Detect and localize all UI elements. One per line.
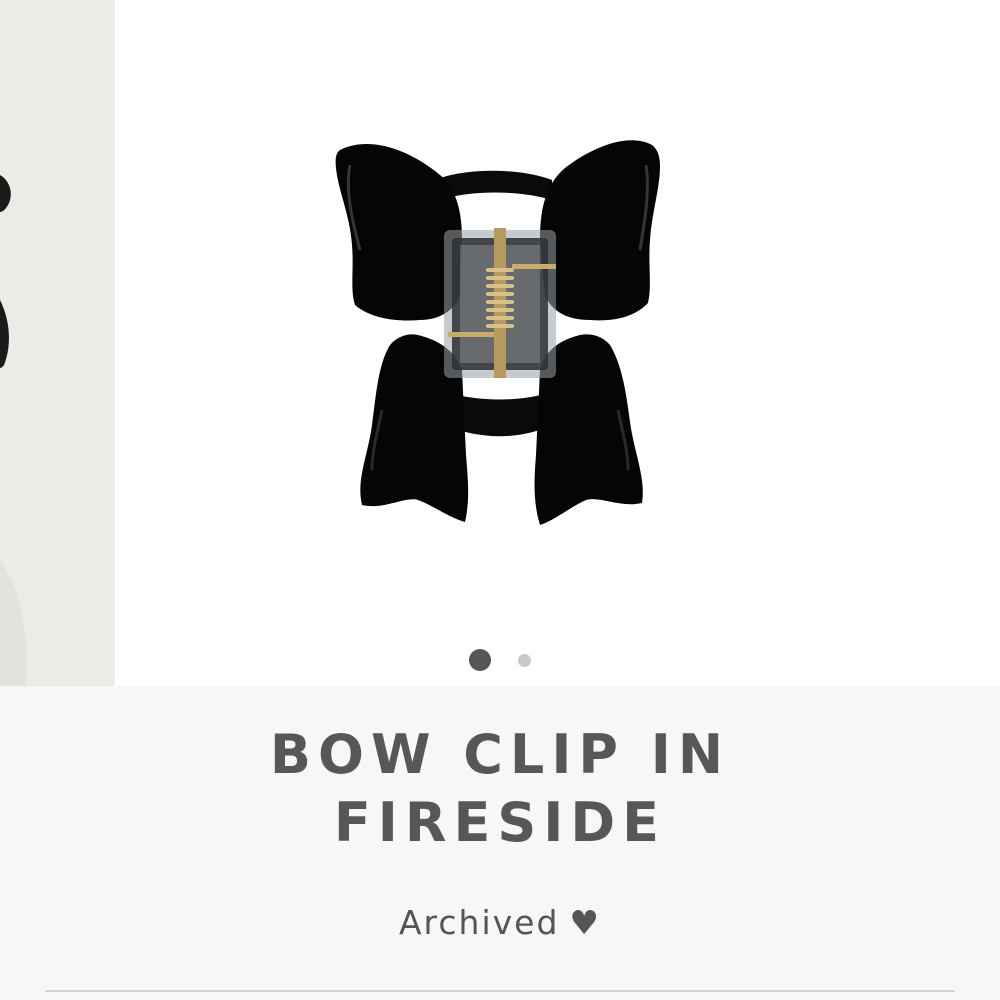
- product-title-line-1: BOW CLIP IN: [269, 723, 731, 786]
- slide-dot[interactable]: [518, 654, 531, 667]
- product-title: BOW CLIP IN FIRESIDE: [100, 721, 900, 857]
- slide-dot-active[interactable]: [469, 649, 491, 671]
- product-info-section: BOW CLIP IN FIRESIDE Archived ♥: [0, 686, 1000, 1000]
- status-label: Archived: [398, 903, 560, 942]
- divider: [45, 990, 955, 992]
- product-status: Archived ♥: [0, 901, 1000, 945]
- product-image-gallery[interactable]: [0, 0, 1000, 686]
- product-page: BOW CLIP IN FIRESIDE Archived ♥: [0, 0, 1000, 1000]
- heart-icon[interactable]: ♥: [569, 903, 601, 942]
- main-slide-image[interactable]: [115, 0, 1000, 640]
- bow-clip-image: [115, 0, 1000, 640]
- previous-slide-image[interactable]: [0, 0, 115, 686]
- product-title-line-2: FIRESIDE: [333, 791, 667, 854]
- slide-pagination-dots: [0, 648, 1000, 672]
